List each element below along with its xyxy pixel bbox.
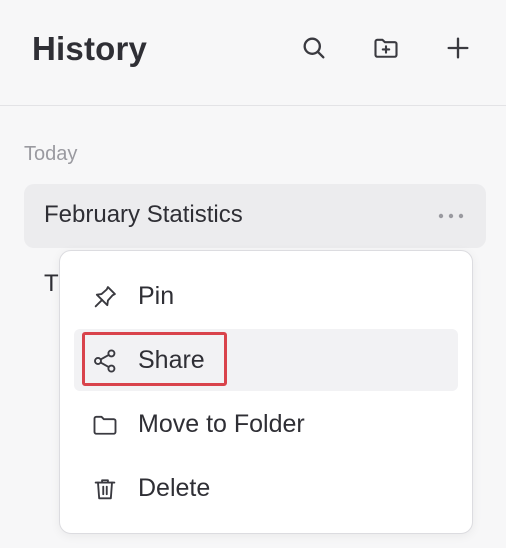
pin-icon <box>90 282 120 312</box>
new-chat-button[interactable] <box>440 32 476 68</box>
menu-item-move-to-folder[interactable]: Move to Folder <box>74 393 458 455</box>
history-item-label: February Statistics <box>44 201 243 228</box>
folder-icon <box>90 410 120 440</box>
menu-item-label: Delete <box>138 474 211 502</box>
menu-item-label: Pin <box>138 282 175 310</box>
share-icon <box>90 346 120 376</box>
more-options-button[interactable] <box>436 204 466 228</box>
more-horizontal-icon <box>437 207 465 225</box>
search-icon <box>300 34 328 67</box>
plus-icon <box>444 34 472 67</box>
history-item-label[interactable]: T <box>44 270 59 298</box>
page-title: History <box>32 30 148 67</box>
history-panel: History Today February Statistics T Pin … <box>0 0 506 548</box>
new-folder-button[interactable] <box>368 32 404 68</box>
search-button[interactable] <box>296 32 332 68</box>
menu-item-share[interactable]: Share <box>74 329 458 391</box>
menu-item-delete[interactable]: Delete <box>74 457 458 519</box>
history-item[interactable]: February Statistics <box>24 184 486 248</box>
folder-plus-icon <box>372 34 400 67</box>
context-menu: Pin Share Move to Folder Delete <box>59 250 473 534</box>
history-header: History <box>0 0 506 106</box>
trash-icon <box>90 474 120 504</box>
section-label-today: Today <box>24 143 78 165</box>
menu-item-label: Share <box>138 346 205 374</box>
menu-item-pin[interactable]: Pin <box>74 265 458 327</box>
menu-item-label: Move to Folder <box>138 410 305 438</box>
